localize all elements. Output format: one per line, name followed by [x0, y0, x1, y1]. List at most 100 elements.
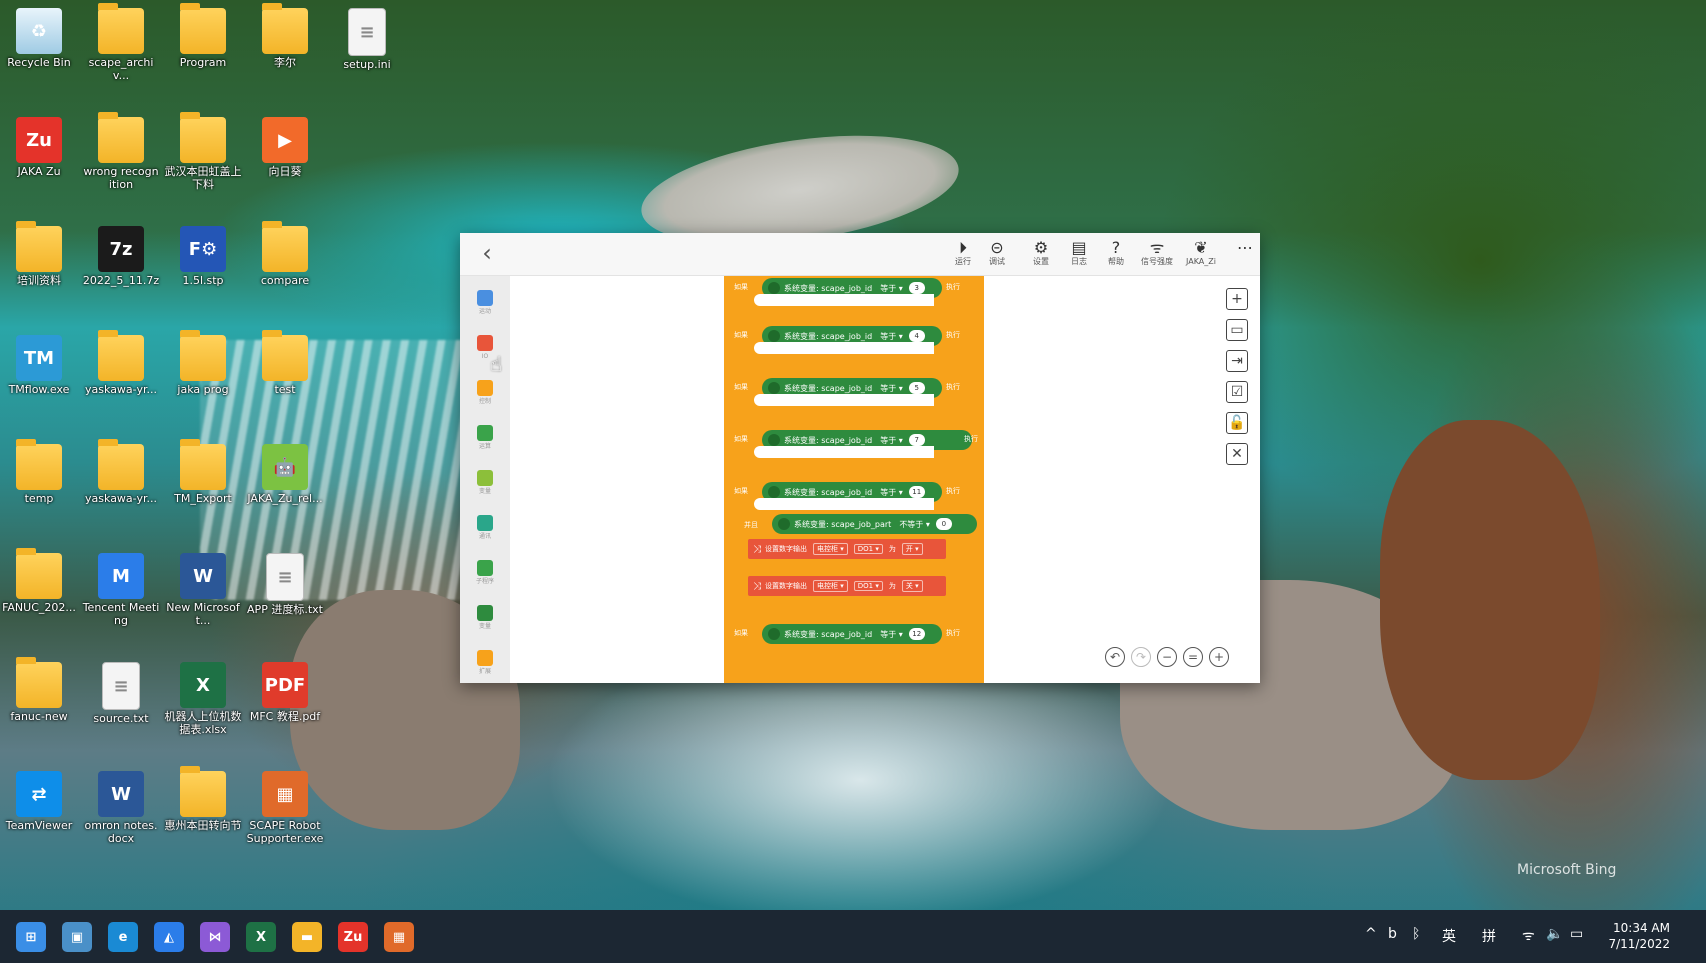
desktop-icon-item[interactable]: wrong recognition [82, 112, 160, 209]
desktop-icon-item[interactable]: temp [0, 439, 78, 536]
desktop-icon-item[interactable]: ≡ APP 进度标.txt [246, 549, 324, 645]
close-icon[interactable]: ✕ [1226, 443, 1248, 465]
toolbar-button-robot[interactable]: ❦ JAKA_Zi [1182, 239, 1220, 273]
visual-studio-icon[interactable]: ⋈ [200, 922, 230, 952]
sidebar-category-item[interactable]: 通讯 [469, 509, 501, 545]
file-explorer-icon[interactable]: ▬ [292, 922, 322, 952]
condition-value[interactable]: 4 [908, 330, 925, 342]
sidebar-category-item[interactable]: 变量 [469, 464, 501, 500]
io-value-dropdown[interactable]: 开 ▾ [901, 543, 923, 555]
desktop-icon-item[interactable]: compare [246, 221, 324, 318]
volume-icon[interactable]: 🔈 [1546, 926, 1563, 942]
undo-icon[interactable]: ↶ [1105, 647, 1125, 667]
scape-icon[interactable]: ▦ [384, 922, 414, 952]
toolbar-button-gear[interactable]: ⚙ 设置 [1022, 239, 1060, 273]
condition-operator[interactable]: 不等于 ▾ [899, 519, 930, 530]
io-port-dropdown[interactable]: DO1 ▾ [853, 581, 883, 591]
desktop-icon-item[interactable]: 李尔 [246, 3, 324, 100]
condition-block[interactable]: 系统变量: scape_job_id 等于 ▾ 12 [762, 624, 942, 644]
condition-value[interactable]: 11 [908, 486, 925, 498]
desktop-icon-item[interactable]: Womron notes.docx [82, 767, 160, 863]
set-digital-output-block[interactable]: ⤨ 设置数字输出 电控柜 ▾ DO1 ▾ 为关 ▾ [748, 576, 946, 596]
condition-value[interactable]: 3 [908, 282, 925, 294]
desktop-icon-item[interactable]: TM_Export [164, 439, 242, 536]
desktop-icon-item[interactable]: PDF MFC 教程.pdf [246, 658, 324, 754]
check-icon[interactable]: ☑ [1226, 381, 1248, 403]
sidebar-category-item[interactable]: 运算 [469, 419, 501, 455]
desktop-icon-item[interactable]: 🤖 JAKA_Zu_rel... [246, 440, 324, 536]
condition-operator[interactable]: 等于 ▾ [880, 487, 903, 498]
block-program[interactable]: 如果 系统变量: scape_job_id 等于 ▾ 3 执行 如果 系统变量: scape… [724, 276, 984, 683]
zoom-in-icon[interactable]: + [1209, 647, 1229, 667]
condition-value[interactable]: 0 [935, 518, 952, 530]
sidebar-category-item[interactable]: 变量 [469, 599, 501, 635]
desktop-icon-item[interactable]: fanuc-new [0, 657, 78, 754]
condition-value[interactable]: 7 [908, 434, 925, 446]
edge-icon[interactable]: e [108, 922, 138, 952]
desktop-icon-item[interactable]: ⇄ TeamViewer [0, 767, 78, 863]
io-type-dropdown[interactable]: 电控柜 ▾ [813, 543, 848, 555]
bing-icon[interactable]: b [1388, 926, 1397, 942]
desktop-icon-item[interactable]: TM TMflow.exe [0, 331, 78, 427]
show-hidden-icons-icon[interactable]: ^ [1365, 926, 1377, 942]
desktop-icon-item[interactable]: Zu JAKA Zu [0, 113, 78, 209]
condition-block[interactable]: 系统变量: scape_job_part 不等于 ▾ 0 [772, 514, 977, 534]
toolbar-button-play[interactable]: ⏵ 运行 [944, 239, 982, 273]
desktop-icon-item[interactable]: W New Microsoft... [164, 549, 242, 645]
bluetooth-icon[interactable]: ᛒ [1412, 926, 1420, 942]
condition-value[interactable]: 5 [908, 382, 925, 394]
reset-zoom-icon[interactable]: = [1183, 647, 1203, 667]
desktop-icon-item[interactable]: ▦ SCAPE Robot Supporter.exe [246, 767, 324, 863]
desktop-icon-item[interactable]: F⚙ 1.5l.stp [164, 222, 242, 318]
desktop-icon-item[interactable]: jaka prog [164, 330, 242, 427]
ime-english-icon[interactable]: 英 [1442, 926, 1456, 946]
save-icon[interactable]: ▭ [1226, 319, 1248, 341]
condition-operator[interactable]: 等于 ▾ [880, 435, 903, 446]
condition-operator[interactable]: 等于 ▾ [880, 629, 903, 640]
condition-value[interactable]: 12 [908, 628, 925, 640]
save-as-icon[interactable]: ⇥ [1226, 350, 1248, 372]
battery-icon[interactable]: ▭ [1570, 926, 1583, 942]
desktop-icon-item[interactable]: 惠州本田转向节 [164, 766, 242, 863]
set-digital-output-block[interactable]: ⤨ 设置数字输出 电控柜 ▾ DO1 ▾ 为开 ▾ [748, 539, 946, 559]
desktop-icon-item[interactable]: ≡ source.txt [82, 658, 160, 754]
sidebar-category-item[interactable]: 扩展 [469, 644, 501, 680]
desktop-icon-item[interactable]: 7z 2022_5_11.7z [82, 222, 160, 318]
desktop-icon-item[interactable]: 武汉本田虹盖上下料 [164, 112, 242, 209]
condition-operator[interactable]: 等于 ▾ [880, 331, 903, 342]
sidebar-category-item[interactable]: 控制 [469, 374, 501, 410]
desktop-icon-item[interactable]: FANUC_202... [0, 548, 78, 645]
desktop-icon-item[interactable]: Program [164, 3, 242, 100]
desktop-icon-item[interactable]: M Tencent Meeting [82, 549, 160, 645]
system-clock[interactable]: 10:34 AM 7/11/2022 [1600, 920, 1670, 952]
zoom-out-icon[interactable]: − [1157, 647, 1177, 667]
redo-icon[interactable]: ↷ [1131, 647, 1151, 667]
desktop-icon-item[interactable]: test [246, 330, 324, 427]
sidebar-category-item[interactable]: 运动 [469, 284, 501, 320]
desktop-icon-item[interactable]: yaskawa-yr... [82, 330, 160, 427]
toolbar-button-more[interactable]: ⋯ [1226, 239, 1264, 273]
start-icon[interactable]: ⊞ [16, 922, 46, 952]
desktop-icon-item[interactable]: yaskawa-yr... [82, 439, 160, 536]
jaka-zu-icon[interactable]: Zu [338, 922, 368, 952]
desktop-icon-item[interactable]: ≡ setup.ini [328, 4, 406, 100]
toolbar-button-log[interactable]: ▤ 日志 [1060, 239, 1098, 273]
wifi-icon[interactable]: ᯤ [1522, 926, 1535, 945]
desktop-icon-item[interactable]: 培训资料 [0, 221, 78, 318]
toolbar-button-wifi[interactable]: ᯤ 信号强度 [1138, 239, 1176, 273]
io-port-dropdown[interactable]: DO1 ▾ [853, 544, 883, 554]
io-type-dropdown[interactable]: 电控柜 ▾ [813, 580, 848, 592]
add-icon[interactable]: + [1226, 288, 1248, 310]
desktop-icon-item[interactable]: ▶ 向日葵 [246, 113, 324, 209]
photos-icon[interactable]: ◭ [154, 922, 184, 952]
desktop-icon-item[interactable]: scape_archiv... [82, 3, 160, 100]
condition-operator[interactable]: 等于 ▾ [880, 383, 903, 394]
io-value-dropdown[interactable]: 关 ▾ [901, 580, 923, 592]
toolbar-button-help[interactable]: ? 帮助 [1097, 239, 1135, 273]
desktop-icon-item[interactable]: ♻ Recycle Bin [0, 4, 78, 100]
ime-pinyin-icon[interactable]: 拼 [1482, 926, 1496, 946]
toolbar-button-debug[interactable]: ⊝ 调试 [978, 239, 1016, 273]
excel-icon[interactable]: X [246, 922, 276, 952]
sidebar-category-item[interactable]: 子程序 [469, 554, 501, 590]
program-canvas[interactable]: 如果 系统变量: scape_job_id 等于 ▾ 3 执行 如果 系统变量: scape… [510, 276, 1260, 683]
